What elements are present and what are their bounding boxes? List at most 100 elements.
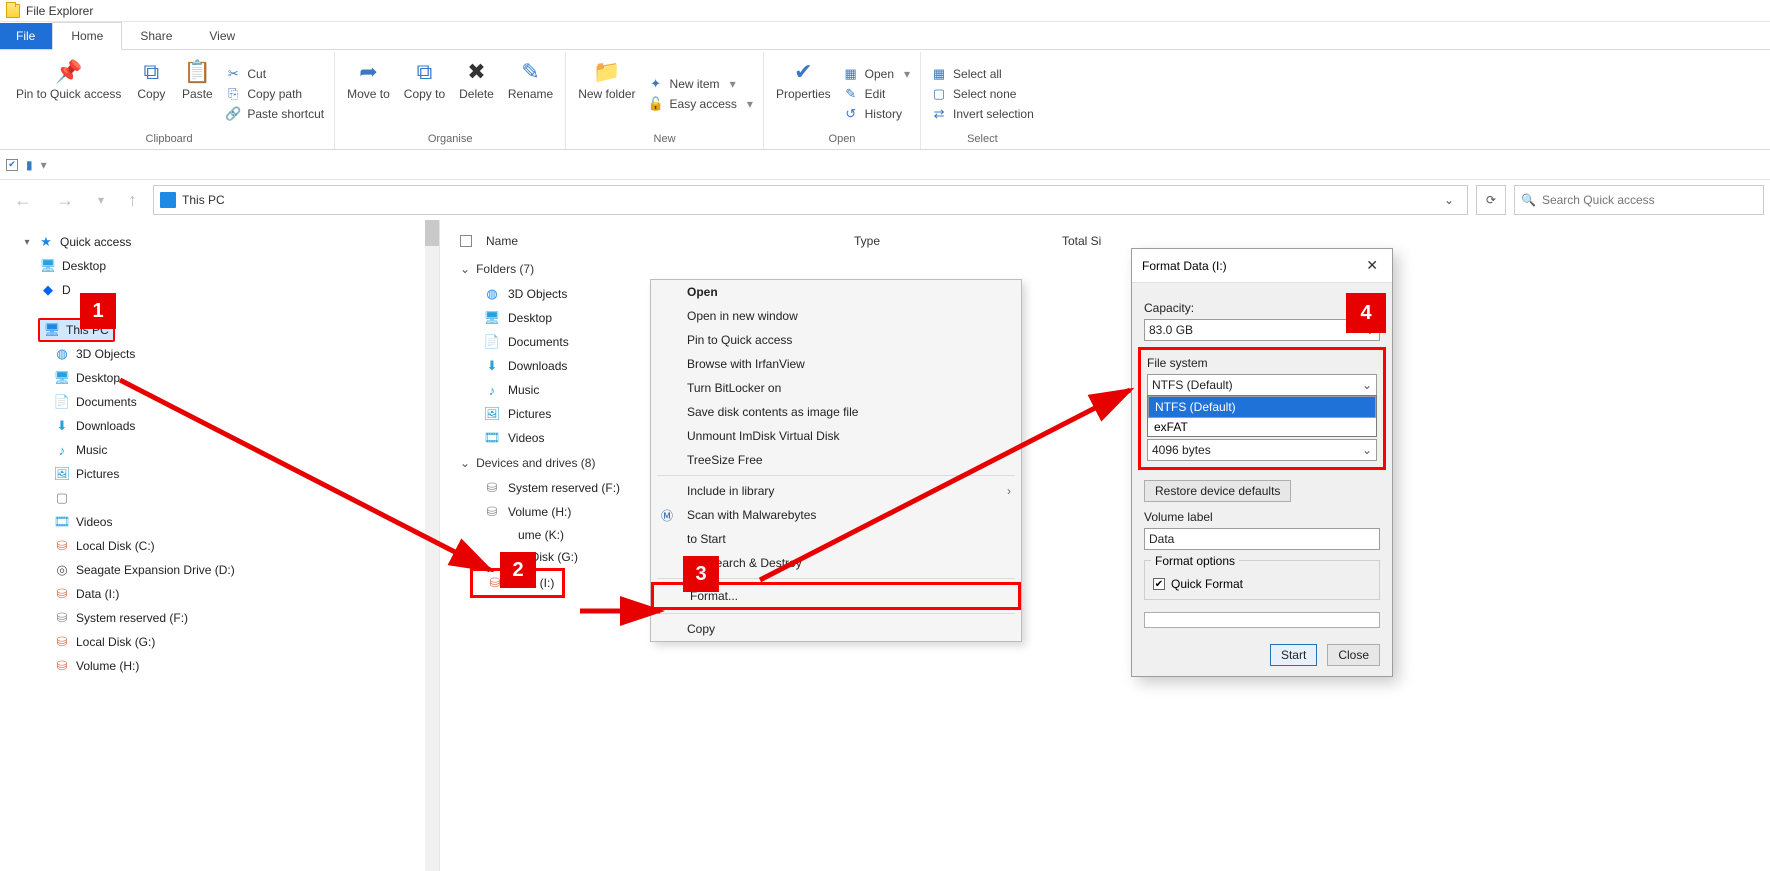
invert-selection-button[interactable]: ⇄Invert selection xyxy=(927,104,1038,124)
delete-button[interactable]: ✖Delete xyxy=(453,54,500,133)
search-input[interactable] xyxy=(1542,193,1757,207)
close-icon[interactable]: ✕ xyxy=(1362,257,1382,274)
tree-quick-access[interactable]: ▾★Quick access xyxy=(12,230,439,254)
ctx-save-disk[interactable]: Save disk contents as image file xyxy=(651,400,1021,424)
ctx-open[interactable]: Open xyxy=(651,280,1021,304)
ctx-include-library[interactable]: Include in library› xyxy=(651,479,1021,503)
tree-desktop2[interactable]: 🖥Desktop xyxy=(12,366,439,390)
ctx-malwarebytes[interactable]: ⓂScan with Malwarebytes xyxy=(651,503,1021,527)
pin-quick-access-button[interactable]: 📌Pin to Quick access xyxy=(10,54,127,133)
restore-defaults-button[interactable]: Restore device defaults xyxy=(1144,480,1291,502)
tab-share[interactable]: Share xyxy=(122,23,191,49)
edit-button[interactable]: ✎Edit xyxy=(839,84,914,104)
item-label: Pictures xyxy=(508,407,551,421)
move-to-button[interactable]: ➦Move to xyxy=(341,54,396,133)
ctx-treesize[interactable]: TreeSize Free xyxy=(651,448,1021,472)
easy-access-button[interactable]: 🔓Easy access▾ xyxy=(644,94,757,114)
nav-tree: ▾★Quick access 🖥Desktop ◆D 🖥This PC ◍3D … xyxy=(0,220,440,871)
select-all-check[interactable] xyxy=(460,235,472,247)
tree-localdisk-c[interactable]: ⛁Local Disk (C:) xyxy=(12,534,439,558)
tree-3d-objects[interactable]: ◍3D Objects xyxy=(12,342,439,366)
quickbar-view-icon[interactable]: ▮ xyxy=(26,158,33,172)
history-button[interactable]: ↺History xyxy=(839,104,914,124)
paste-button[interactable]: 📋Paste xyxy=(175,54,219,133)
filesystem-select[interactable]: NTFS (Default)⌄ xyxy=(1147,374,1377,396)
capacity-select[interactable]: 83.0 GB⌄ xyxy=(1144,319,1380,341)
col-name[interactable]: Name xyxy=(486,234,846,248)
invert-icon: ⇄ xyxy=(931,106,947,122)
search-box[interactable]: 🔍 xyxy=(1514,185,1764,215)
copy-path-button[interactable]: ⎘Copy path xyxy=(221,84,328,104)
tree-desktop[interactable]: 🖥Desktop xyxy=(12,254,439,278)
group-open-label: Open xyxy=(770,133,914,147)
new-folder-button[interactable]: 📁New folder xyxy=(572,54,641,133)
tree-scrollbar[interactable] xyxy=(425,220,439,871)
content-scrollbar[interactable] xyxy=(1390,220,1404,750)
ctx-unmount[interactable]: Unmount ImDisk Virtual Disk xyxy=(651,424,1021,448)
tab-view[interactable]: View xyxy=(191,23,254,49)
copy-button[interactable]: ⧉Copy xyxy=(129,54,173,133)
ctx-label: Browse with IrfanView xyxy=(687,357,805,371)
item-label: System reserved (F:) xyxy=(508,481,620,495)
quickbar-check[interactable]: ✔ xyxy=(6,159,18,171)
ctx-copy[interactable]: Copy xyxy=(651,617,1021,641)
quick-format-check[interactable]: ✔Quick Format xyxy=(1153,577,1371,591)
col-size[interactable]: Total Si xyxy=(1062,234,1162,248)
address-bar[interactable]: This PC ⌄ xyxy=(153,185,1468,215)
ctx-bitlocker[interactable]: Turn BitLocker on xyxy=(651,376,1021,400)
quickbar-dropdown[interactable]: ▾ xyxy=(41,158,47,172)
nav-back[interactable]: ← xyxy=(6,186,40,215)
ctx-pin-quick-access[interactable]: Pin to Quick access xyxy=(651,328,1021,352)
start-button[interactable]: Start xyxy=(1270,644,1317,666)
tab-file[interactable]: File xyxy=(0,23,52,49)
paste-shortcut-button[interactable]: 🔗Paste shortcut xyxy=(221,104,328,124)
nav-forward[interactable]: → xyxy=(48,186,82,215)
allocation-select[interactable]: 4096 bytes⌄ xyxy=(1147,439,1377,461)
volume-label-input[interactable]: Data xyxy=(1144,528,1380,550)
window-title: File Explorer xyxy=(26,4,93,18)
open-button[interactable]: ▦Open▾ xyxy=(839,64,914,84)
ctx-label: Unmount ImDisk Virtual Disk xyxy=(687,429,839,443)
close-button[interactable]: Close xyxy=(1327,644,1380,666)
rename-button[interactable]: ✎Rename xyxy=(502,54,559,133)
tree-volume-h[interactable]: ⛁Volume (H:) xyxy=(12,654,439,678)
tree-videos[interactable]: 🎞Videos xyxy=(12,510,439,534)
tree-unknown[interactable]: ▢ xyxy=(12,486,439,510)
tree-sysreserved[interactable]: ⛁System reserved (F:) xyxy=(12,606,439,630)
ctx-open-new-window[interactable]: Open in new window xyxy=(651,304,1021,328)
refresh-button[interactable]: ⟳ xyxy=(1476,185,1506,215)
external-icon: ◎ xyxy=(54,562,70,578)
nav-up[interactable]: ↑ xyxy=(120,186,145,215)
tab-home[interactable]: Home xyxy=(52,22,122,50)
tree-localdisk-g[interactable]: ⛁Local Disk (G:) xyxy=(12,630,439,654)
tree-music[interactable]: ♪Music xyxy=(12,438,439,462)
fs-option-ntfs[interactable]: NTFS (Default) xyxy=(1148,396,1376,418)
copy-to-button[interactable]: ⧉Copy to xyxy=(398,54,451,133)
thispc-icon xyxy=(160,192,176,208)
ctx-pin-start[interactable]: to Start xyxy=(651,527,1021,551)
tree-data-i[interactable]: ⛁Data (I:) xyxy=(12,582,439,606)
tree-item-label: Videos xyxy=(76,515,112,529)
ctx-label: Open xyxy=(687,285,718,299)
tree-pictures[interactable]: 🖼Pictures xyxy=(12,462,439,486)
select-all-button[interactable]: ▦Select all xyxy=(927,64,1038,84)
volume-label-label: Volume label xyxy=(1144,510,1380,524)
cut-button[interactable]: ✂Cut xyxy=(221,64,328,84)
pc-icon: 🖥 xyxy=(44,322,60,338)
filesystem-label: File system xyxy=(1147,356,1377,370)
scrollbar-thumb[interactable] xyxy=(425,220,439,246)
tree-downloads[interactable]: ⬇Downloads xyxy=(12,414,439,438)
dialog-titlebar[interactable]: Format Data (I:) ✕ xyxy=(1132,249,1392,283)
select-none-button[interactable]: ▢Select none xyxy=(927,84,1038,104)
tree-dropbox[interactable]: ◆D xyxy=(12,278,439,302)
fs-option-exfat[interactable]: exFAT xyxy=(1148,418,1376,436)
new-item-button[interactable]: ✦New item▾ xyxy=(644,74,757,94)
col-type[interactable]: Type xyxy=(854,234,1054,248)
pin-icon: 📌 xyxy=(53,58,85,86)
address-dropdown[interactable]: ⌄ xyxy=(1437,193,1461,207)
tree-documents[interactable]: 📄Documents xyxy=(12,390,439,414)
properties-button[interactable]: ✔Properties xyxy=(770,54,837,133)
nav-recent[interactable]: ▾ xyxy=(90,189,112,211)
ctx-irfanview[interactable]: Browse with IrfanView xyxy=(651,352,1021,376)
tree-seagate[interactable]: ◎Seagate Expansion Drive (D:) xyxy=(12,558,439,582)
